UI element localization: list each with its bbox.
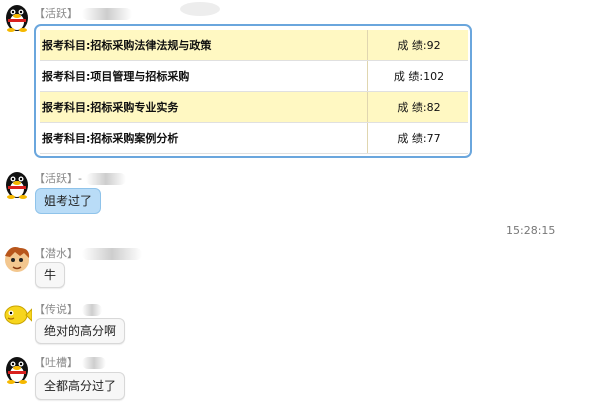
sender-name: 【活跃】 <box>34 5 132 21</box>
blurred-nickname <box>82 248 142 260</box>
table-row: 报考科目:招标采购案例分析 成 绩:77 <box>40 122 468 154</box>
qq-penguin-icon <box>2 354 32 384</box>
table-row: 报考科目:招标采购法律法规与政策 成 绩:92 <box>40 30 468 61</box>
cartoon-face-icon <box>2 244 32 274</box>
table-row: 报考科目:项目管理与招标采购 成 绩:102 <box>40 60 468 92</box>
message-bubble: 姐考过了 <box>35 188 102 214</box>
message-5: 【吐槽】 全都高分过了 <box>0 350 600 408</box>
yellow-fish-icon <box>2 300 33 330</box>
message-timestamp: 15:28:15 <box>506 224 556 237</box>
blurred-nickname <box>82 357 106 369</box>
message-2: 【活跃】- 姐考过了 <box>0 165 600 220</box>
qq-penguin-icon <box>2 2 32 32</box>
message-bubble: 牛 <box>35 262 66 288</box>
message-4: 【传说】 绝对的高分啊 <box>0 296 600 348</box>
sender-tag: 【活跃】 <box>34 7 78 20</box>
sender-name: 【传说】 <box>34 301 102 317</box>
score-cell: 成 绩:92 <box>367 30 468 61</box>
sender-tag: 【传说】 <box>34 303 78 316</box>
sender-tag: 【潜水】 <box>34 247 78 260</box>
subject-cell: 报考科目:招标采购法律法规与政策 <box>40 30 368 61</box>
subject-cell: 报考科目:项目管理与招标采购 <box>40 60 368 92</box>
sender-name: 【吐槽】 <box>34 354 106 370</box>
sender-tag: 【吐槽】 <box>34 356 78 369</box>
blurred-nickname <box>82 8 132 20</box>
sender-name: 【潜水】 <box>34 245 142 261</box>
score-cell: 成 绩:82 <box>367 91 468 123</box>
message-3: 【潜水】 牛 <box>0 240 600 292</box>
qq-penguin-icon <box>2 169 32 199</box>
blurred-nickname <box>82 304 102 316</box>
score-cell: 成 绩:77 <box>367 122 468 154</box>
table-row: 报考科目:招标采购专业实务 成 绩:82 <box>40 91 468 123</box>
subject-cell: 报考科目:招标采购专业实务 <box>40 91 368 123</box>
sender-name: 【活跃】- <box>34 170 126 186</box>
message-1: 【活跃】 报考科目:招标采购法律法规与政策 成 绩:92 报考科目:项目管理与招… <box>0 0 600 165</box>
score-cell: 成 绩:102 <box>367 60 468 92</box>
score-table: 报考科目:招标采购法律法规与政策 成 绩:92 报考科目:项目管理与招标采购 成… <box>34 24 472 158</box>
blurred-nickname <box>85 173 126 185</box>
subject-cell: 报考科目:招标采购案例分析 <box>40 122 368 154</box>
message-bubble: 绝对的高分啊 <box>35 318 126 344</box>
sender-tag: 【活跃】 <box>34 172 78 185</box>
sender-extra: - <box>78 172 82 185</box>
message-bubble: 全都高分过了 <box>35 372 126 400</box>
